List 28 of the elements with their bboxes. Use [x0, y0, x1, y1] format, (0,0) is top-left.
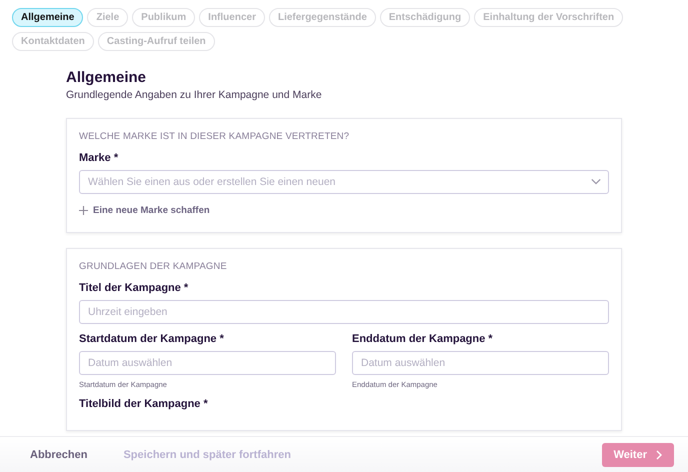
add-brand-button[interactable]: Eine neue Marke schaffen: [79, 203, 210, 218]
page-title: Allgemeine: [66, 69, 148, 87]
field-label: Marke *: [79, 152, 120, 164]
page-subtitle: Grundlegende Angaben zu Ihrer Kampagne und Marke: [66, 89, 323, 101]
section-heading: WELCHE MARKE IST IN DIESER KAMPAGNE VERTRETEN?: [79, 131, 350, 142]
input-field[interactable]: Uhrzeit eingeben: [79, 300, 609, 324]
save-later-button[interactable]: Speichern und später fortfahren: [111, 444, 303, 464]
tab[interactable]: Allgemeine: [12, 8, 84, 27]
field-label: Startdatum der Kampagne *: [79, 333, 225, 345]
plus-icon: [79, 206, 88, 215]
field-label: Titel der Kampagne *: [79, 282, 190, 294]
select-field[interactable]: Wählen Sie einen aus oder erstellen Sie einen neuen: [79, 170, 609, 194]
cancel-button[interactable]: Abbrechen: [18, 444, 100, 464]
tab[interactable]: Publikum: [132, 8, 196, 27]
tab[interactable]: Casting-Aufruf teilen: [98, 32, 215, 51]
field-label: Enddatum der Kampagne *: [352, 333, 494, 345]
tab[interactable]: Ziele: [87, 8, 128, 27]
chevron-down-icon: [591, 178, 601, 185]
input-field[interactable]: Datum auswählen: [79, 351, 336, 375]
input-field[interactable]: Datum auswählen: [352, 351, 609, 375]
chevron-right-icon: [656, 450, 662, 460]
tab[interactable]: Influencer: [199, 8, 265, 27]
tab[interactable]: Entschädigung: [380, 8, 470, 27]
section-heading: GRUNDLAGEN DER KAMPAGNE: [79, 261, 228, 272]
tab[interactable]: Kontaktdaten: [12, 32, 94, 51]
field-label: Titelbild der Kampagne *: [79, 398, 209, 410]
tab[interactable]: Einhaltung der Vorschriften: [474, 8, 624, 27]
tab[interactable]: Liefergegenstände: [268, 8, 376, 27]
